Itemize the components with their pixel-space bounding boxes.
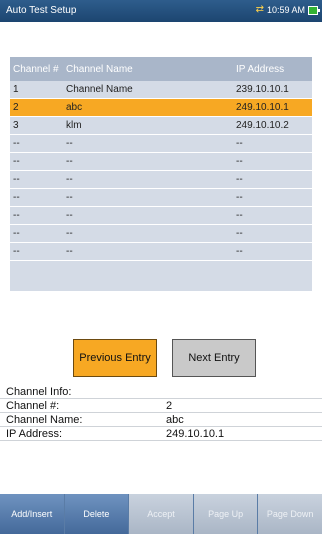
cell-ip: --: [236, 174, 243, 185]
channel-table: Channel # Channel Name IP Address 1 Chan…: [10, 57, 312, 291]
cell-ip: --: [236, 192, 243, 203]
table-empty-area: [10, 261, 312, 291]
cell-channel: --: [13, 210, 20, 221]
cell-name: --: [66, 228, 73, 239]
table-row[interactable]: -- -- --: [10, 135, 312, 153]
cell-ip: --: [236, 210, 243, 221]
cell-ip: --: [236, 138, 243, 149]
header-channel-number: Channel #: [13, 63, 59, 75]
sync-icon: ⇄: [255, 4, 264, 15]
table-row[interactable]: -- -- --: [10, 189, 312, 207]
channel-name-label: Channel Name:: [6, 414, 83, 426]
table-row[interactable]: -- -- --: [10, 225, 312, 243]
cell-channel: --: [13, 174, 20, 185]
table-row[interactable]: -- -- --: [10, 207, 312, 225]
cell-name: --: [66, 138, 73, 149]
channel-info-header: Channel Info:: [6, 386, 72, 398]
battery-icon: [308, 5, 320, 15]
accept-button[interactable]: Accept: [129, 494, 193, 534]
page-title: Auto Test Setup: [6, 5, 77, 16]
cell-channel: 1: [13, 84, 19, 95]
channel-name-row: Channel Name: abc: [0, 413, 322, 427]
delete-button[interactable]: Delete: [64, 494, 129, 534]
title-bar: Auto Test Setup ⇄ 10:59 AM: [0, 0, 322, 22]
table-row[interactable]: 1 Channel Name 239.10.10.1: [10, 81, 312, 99]
cell-name: --: [66, 192, 73, 203]
table-row[interactable]: -- -- --: [10, 243, 312, 261]
next-entry-button[interactable]: Next Entry: [172, 339, 256, 377]
cell-ip: 249.10.10.1: [236, 102, 289, 113]
channel-name-value: abc: [166, 414, 184, 426]
cell-channel: --: [13, 192, 20, 203]
table-header: Channel # Channel Name IP Address: [10, 57, 312, 81]
cell-ip: --: [236, 156, 243, 167]
cell-channel: --: [13, 138, 20, 149]
page-down-button[interactable]: Page Down: [258, 494, 322, 534]
header-ip-address: IP Address: [236, 63, 285, 75]
header-channel-name: Channel Name: [66, 63, 133, 75]
channel-number-label: Channel #:: [6, 400, 60, 412]
cell-name: --: [66, 156, 73, 167]
cell-channel: 3: [13, 120, 19, 131]
cell-name: --: [66, 174, 73, 185]
clock: 10:59 AM: [266, 5, 305, 15]
cell-name: Channel Name: [66, 84, 133, 95]
cell-channel: 2: [13, 102, 19, 113]
footer-toolbar: Add/Insert Delete Accept Page Up Page Do…: [0, 494, 322, 534]
cell-channel: --: [13, 156, 20, 167]
table-row[interactable]: -- -- --: [10, 171, 312, 189]
cell-ip: --: [236, 228, 243, 239]
cell-ip: --: [236, 246, 243, 257]
cell-ip: 249.10.10.2: [236, 120, 289, 131]
page-up-button[interactable]: Page Up: [193, 494, 258, 534]
cell-name: klm: [66, 120, 82, 131]
ip-address-label: IP Address:: [6, 428, 63, 440]
cell-channel: --: [13, 228, 20, 239]
cell-name: --: [66, 210, 73, 221]
add-insert-button[interactable]: Add/Insert: [0, 494, 64, 534]
table-row[interactable]: -- -- --: [10, 153, 312, 171]
status-area: ⇄ 10:59 AM: [255, 4, 320, 15]
previous-entry-button[interactable]: Previous Entry: [73, 339, 157, 377]
ip-address-value: 249.10.10.1: [166, 428, 225, 440]
ip-address-row: IP Address: 249.10.10.1: [0, 427, 322, 441]
cell-name: abc: [66, 102, 83, 113]
cell-name: --: [66, 246, 73, 257]
table-row[interactable]: 3 klm 249.10.10.2: [10, 117, 312, 135]
table-row-selected[interactable]: 2 abc 249.10.10.1: [10, 99, 312, 117]
channel-info-header-row: Channel Info:: [0, 385, 322, 399]
channel-number-row: Channel #: 2: [0, 399, 322, 413]
channel-number-value: 2: [166, 400, 173, 412]
channel-info-panel: Channel Info: Channel #: 2 Channel Name:…: [0, 385, 322, 441]
cell-ip: 239.10.10.1: [236, 84, 289, 95]
cell-channel: --: [13, 246, 20, 257]
